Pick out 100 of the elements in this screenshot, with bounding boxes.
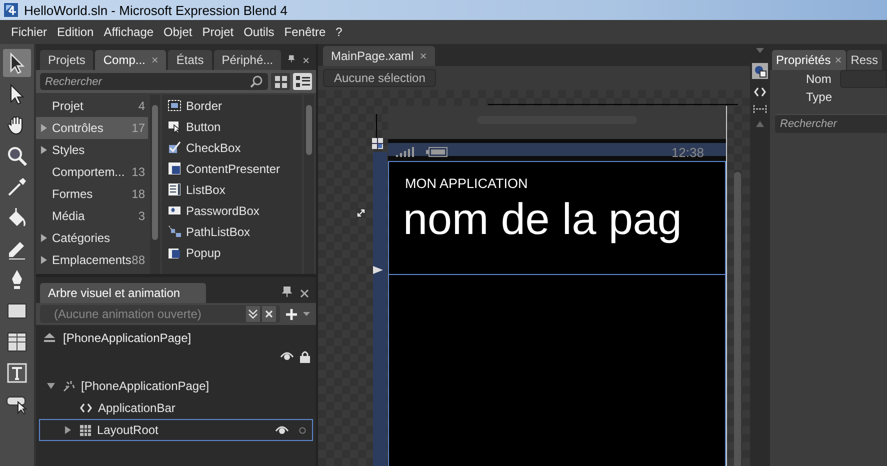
tree-item[interactable]: ApplicationBar [39, 397, 313, 419]
brackets-icon [80, 403, 92, 413]
tree-item[interactable]: [PhoneApplicationPage] [39, 375, 313, 397]
control-item[interactable]: Popup [168, 242, 302, 263]
expand-arrow-icon[interactable] [40, 234, 48, 242]
signal-icon [394, 147, 414, 157]
search-field[interactable]: Rechercher [775, 114, 887, 133]
checkbox-control-icon [168, 141, 181, 154]
menu-item[interactable]: ? [330, 25, 348, 39]
application-title: MON APPLICATION [405, 176, 529, 191]
item-count: 17 [132, 121, 145, 135]
lock-icon[interactable] [300, 351, 310, 363]
select-tool[interactable] [3, 49, 31, 77]
zoom-icon [5, 144, 29, 168]
list-view-button[interactable] [293, 73, 312, 90]
text-icon [5, 361, 29, 385]
item-count: 18 [132, 187, 145, 201]
item-count: 4 [138, 99, 145, 113]
menu-item[interactable]: Affichage [98, 25, 159, 39]
item-count: 13 [132, 165, 145, 179]
category-item[interactable]: Comportem... 13 [36, 161, 148, 183]
panel-tab[interactable]: Propriétés × [772, 50, 846, 70]
spacing-icon[interactable] [753, 105, 767, 113]
close-tab-icon[interactable]: × [420, 49, 427, 63]
scrollbar[interactable] [734, 172, 741, 466]
category-item[interactable]: Formes 18 [36, 183, 148, 205]
menu-item[interactable]: Edition [52, 25, 99, 39]
pin-icon[interactable] [288, 53, 295, 65]
caret-icon[interactable] [303, 312, 310, 316]
plus-icon[interactable] [286, 308, 297, 320]
menu-item[interactable]: Fichier [6, 25, 52, 39]
expand-arrow-icon[interactable] [40, 124, 48, 132]
scrollbar[interactable] [150, 95, 160, 274]
grid-icon [5, 330, 29, 354]
search-icon [250, 75, 263, 88]
path-control-icon [168, 225, 181, 238]
category-item[interactable]: Styles [36, 139, 148, 161]
clock: 12:38 [671, 144, 704, 160]
close-icon[interactable] [302, 56, 309, 65]
panel-tab[interactable]: Arbre visuel et animation [40, 283, 206, 303]
expand-arrow-icon[interactable] [47, 382, 55, 390]
eye-icon[interactable] [275, 425, 289, 435]
category-item[interactable]: Emplacements88 [36, 249, 148, 271]
listbox-control-icon [168, 183, 181, 196]
search-field[interactable]: Rechercher [40, 73, 268, 90]
item-count: 88 [132, 253, 145, 267]
panel-tab[interactable]: Périphé... [214, 50, 282, 70]
control-item[interactable]: CheckBox [168, 137, 302, 158]
button-control-icon [168, 120, 181, 133]
tree-item[interactable]: LayoutRoot [39, 419, 313, 441]
panel-tab[interactable]: Projets [40, 50, 94, 70]
category-item[interactable]: Catégories [36, 227, 148, 249]
eye-icon[interactable] [280, 351, 294, 361]
menu-item[interactable]: Fenêtre [279, 25, 331, 39]
search-input[interactable]: Rechercher [775, 117, 887, 131]
close-icon[interactable] [300, 289, 309, 298]
control-item[interactable]: ListBox [168, 179, 302, 200]
name-field[interactable] [840, 70, 887, 88]
panel-tab[interactable]: Comp... × [95, 50, 166, 70]
page-title: nom de la pag [403, 194, 683, 246]
category-item[interactable]: Contrôles 17 [36, 117, 148, 139]
grid-icon [80, 424, 91, 436]
row-marker-icon[interactable] [373, 266, 383, 274]
panel-tab[interactable]: États [168, 50, 212, 70]
grid-view-button[interactable] [271, 73, 290, 90]
scrollbar[interactable] [304, 95, 314, 274]
layers-icon[interactable] [752, 63, 768, 79]
control-item[interactable]: Border [168, 95, 302, 116]
menu-item[interactable]: Outils [238, 25, 280, 39]
pin-icon[interactable] [282, 286, 292, 298]
expand-arrow-icon[interactable] [64, 426, 72, 434]
scroll-up-icon[interactable] [756, 121, 764, 127]
expand-arrow-icon[interactable] [40, 146, 48, 154]
chevrons-icon[interactable] [246, 306, 260, 322]
panel-tab[interactable]: Ress [846, 50, 882, 70]
up-arrow-icon[interactable] [43, 333, 56, 343]
password-control-icon [168, 204, 181, 217]
document-tab[interactable]: MainPage.xaml × [323, 46, 435, 66]
expand-arrow-icon[interactable] [40, 256, 48, 264]
resize-icon[interactable] [356, 208, 366, 218]
category-item[interactable]: Média 3 [36, 205, 148, 227]
caret-icon[interactable] [756, 48, 764, 53]
grid-icon[interactable] [372, 138, 383, 149]
border-control-icon [168, 99, 181, 112]
control-item[interactable]: PathListBox [168, 221, 302, 242]
category-item[interactable]: Projet 4 [36, 95, 148, 117]
window-title: HelloWorld.sln - Microsoft Expression Blend 4 [24, 2, 288, 18]
battery-icon [426, 147, 448, 157]
item-count: 3 [138, 209, 145, 223]
control-item[interactable]: ContentPresenter [168, 158, 302, 179]
menu-item[interactable]: Objet [158, 25, 198, 39]
control-item[interactable]: PasswordBox [168, 200, 302, 221]
control-item[interactable]: Button [168, 116, 302, 137]
close-tab-icon[interactable]: × [834, 53, 842, 67]
breadcrumb[interactable]: Aucune sélection [323, 69, 436, 87]
wand-icon [63, 380, 75, 392]
menu-item[interactable]: Projet [197, 25, 239, 39]
brackets-icon[interactable] [754, 87, 766, 97]
field-label: Type [806, 90, 834, 104]
close-icon[interactable] [262, 306, 276, 322]
